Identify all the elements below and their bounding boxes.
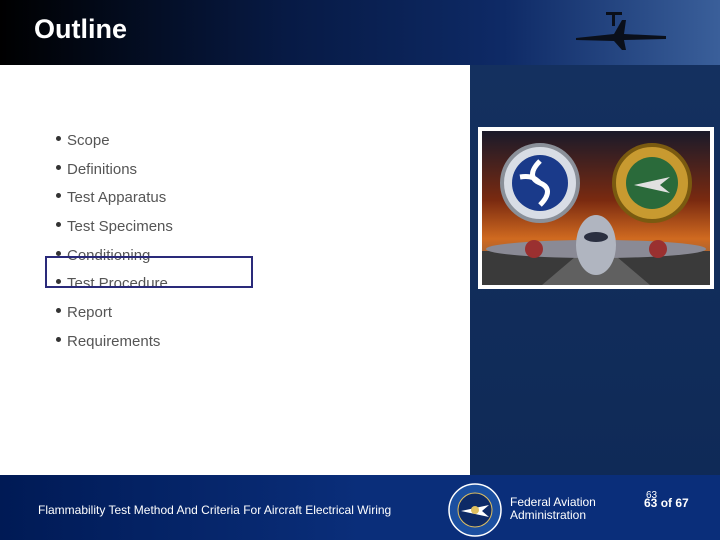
bullet-icon bbox=[56, 336, 61, 342]
list-item: Test Apparatus bbox=[56, 183, 173, 212]
bullet-icon bbox=[56, 135, 61, 141]
bullet-icon bbox=[56, 164, 61, 170]
agency-name: Federal Aviation Administration bbox=[510, 495, 596, 522]
slide-title: Outline bbox=[34, 14, 127, 44]
faa-seal-icon bbox=[612, 143, 692, 223]
airplane-silhouette-icon bbox=[576, 12, 666, 50]
outline-list: Scope Definitions Test Apparatus Test Sp… bbox=[56, 126, 173, 356]
bullet-icon bbox=[56, 250, 61, 256]
slide-footer: Flammability Test Method And Criteria Fo… bbox=[0, 475, 720, 540]
list-item: Definitions bbox=[56, 155, 173, 184]
list-item: Test Specimens bbox=[56, 212, 173, 241]
faa-logo-icon bbox=[448, 483, 502, 537]
slide-header: Outline bbox=[0, 0, 720, 65]
dot-seal-icon bbox=[500, 143, 580, 223]
current-section-highlight bbox=[45, 256, 253, 288]
page-number: 63 of 67 bbox=[644, 496, 689, 510]
bullet-icon bbox=[56, 307, 61, 313]
bullet-icon bbox=[56, 193, 61, 199]
list-item-highlighted: Requirements bbox=[56, 327, 173, 356]
bullet-icon bbox=[56, 221, 61, 227]
list-item: Scope bbox=[56, 126, 173, 155]
faa-dot-photo bbox=[478, 127, 714, 289]
list-item: Report bbox=[56, 298, 173, 327]
jet-front-icon bbox=[482, 131, 710, 285]
document-title: Flammability Test Method And Criteria Fo… bbox=[38, 503, 392, 517]
